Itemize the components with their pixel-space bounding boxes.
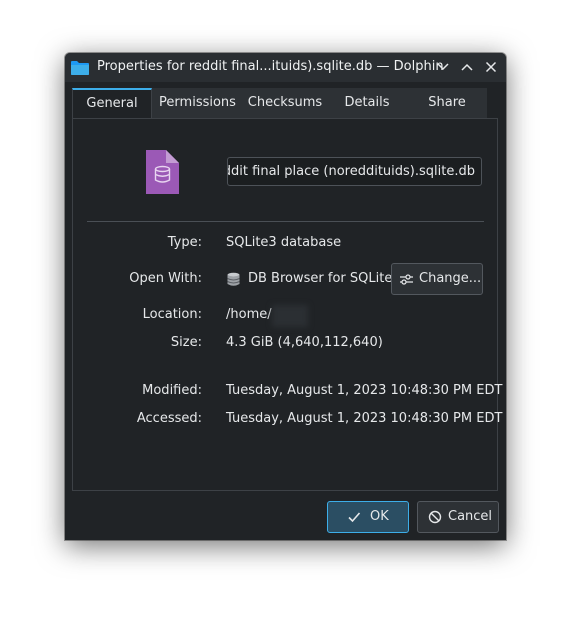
tab-checksums[interactable]: Checksums — [243, 88, 327, 118]
close-icon[interactable] — [483, 59, 499, 75]
ok-button-label: OK — [370, 509, 389, 524]
db-browser-icon — [227, 272, 240, 286]
tab-general[interactable]: General — [72, 88, 152, 118]
chevron-up-icon[interactable] — [459, 59, 475, 75]
tab-permissions[interactable]: Permissions — [152, 88, 243, 118]
title-bar[interactable]: Properties for reddit final...ituids).sq… — [65, 53, 506, 82]
cancel-button[interactable]: Cancel — [417, 501, 499, 533]
separator — [87, 221, 484, 222]
sqlite-database-file-icon — [146, 150, 179, 194]
change-button[interactable]: Change... — [391, 263, 483, 295]
checkmark-icon — [348, 512, 361, 523]
location-value: /home/ — [226, 307, 272, 322]
filename-input[interactable]: reddit final place (noreddituids).sqlite… — [227, 157, 482, 186]
filename-text: reddit final place (noreddituids).sqlite… — [227, 164, 475, 179]
size-label: Size: — [170, 335, 202, 350]
type-label: Type: — [167, 235, 202, 250]
change-button-label: Change... — [419, 271, 482, 286]
accessed-value: Tuesday, August 1, 2023 10:48:30 PM EDT — [226, 411, 503, 426]
accessed-label: Accessed: — [136, 411, 202, 426]
modified-label: Modified: — [142, 383, 202, 398]
location-label: Location: — [142, 307, 202, 322]
cancel-button-label: Cancel — [448, 509, 493, 524]
configure-icon — [400, 274, 413, 285]
tab-details[interactable]: Details — [327, 88, 407, 118]
modified-value: Tuesday, August 1, 2023 10:48:30 PM EDT — [226, 383, 503, 398]
open-with-label: Open With: — [129, 271, 202, 286]
properties-dialog: Properties for reddit final...ituids).sq… — [65, 53, 506, 540]
open-with-value: DB Browser for SQLite — [248, 271, 393, 286]
window-title: Properties for reddit final...ituids).sq… — [97, 59, 444, 74]
type-value: SQLite3 database — [226, 235, 342, 250]
size-value: 4.3 GiB (4,640,112,640) — [226, 335, 383, 350]
ok-button[interactable]: OK — [327, 501, 409, 533]
cancel-icon — [428, 510, 442, 524]
folder-icon — [71, 61, 89, 75]
redacted-path — [272, 305, 308, 327]
tab-share[interactable]: Share — [407, 88, 487, 118]
chevron-down-icon[interactable] — [435, 59, 451, 75]
